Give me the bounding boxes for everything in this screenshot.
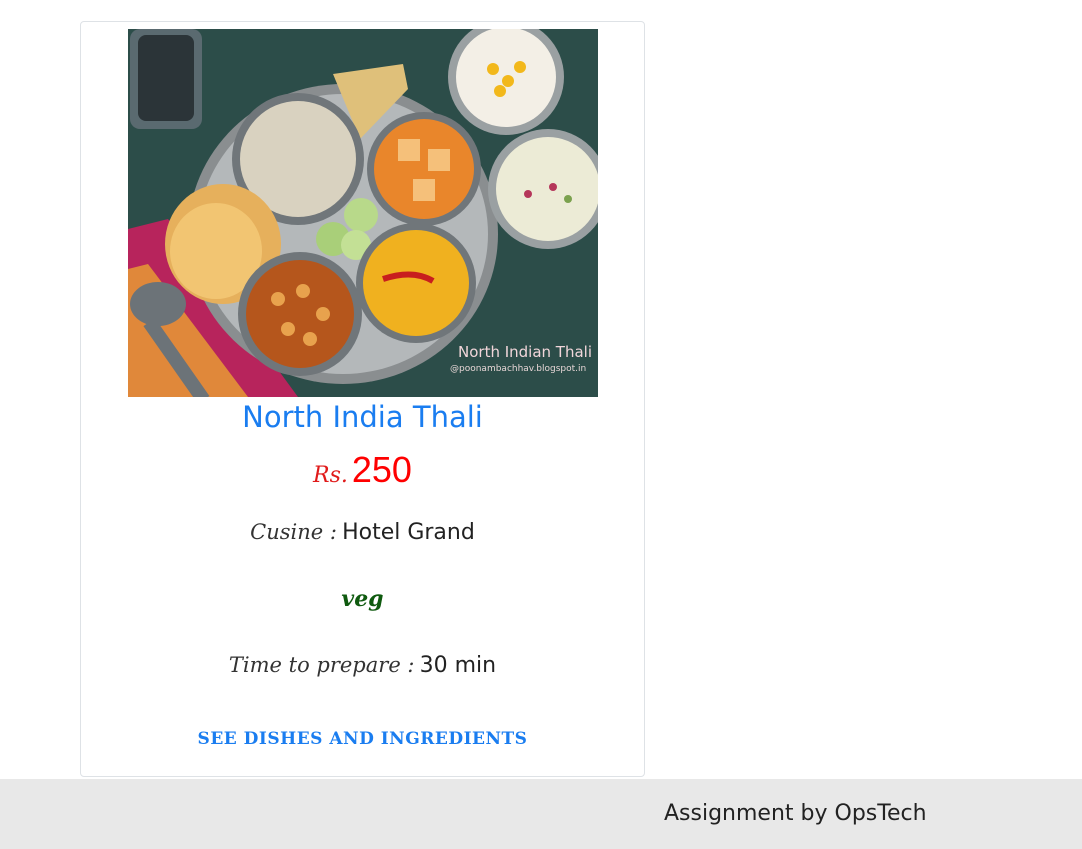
prep-time-row: Time to prepare : 30 min [81,647,644,685]
cuisine-value: Hotel Grand [342,520,475,545]
price-value: 250 [351,449,412,490]
see-dishes-link[interactable]: SEE DISHES AND INGREDIENTS [81,726,644,752]
dish-card: North Indian Thali @poonambachhav.blogsp… [80,21,645,777]
price-currency: Rs. [313,463,348,488]
image-credit: @poonambachhav.blogspot.in [450,364,586,374]
diet-badge: veg [341,586,384,612]
footer: Assignment by OpsTech [0,779,1082,849]
cuisine-row: Cusine : Hotel Grand [81,514,644,552]
image-caption: North Indian Thali [458,343,592,361]
thali-illustration: North Indian Thali @poonambachhav.blogsp… [128,29,598,397]
footer-text: Assignment by OpsTech [664,801,927,826]
dish-image: North Indian Thali @poonambachhav.blogsp… [128,29,598,397]
dish-title: North India Thali [242,400,483,434]
prep-time-label: Time to prepare : [228,653,415,677]
price: Rs. 250 [81,447,644,500]
prep-time-value: 30 min [419,653,497,678]
cuisine-label: Cusine : [250,520,337,544]
